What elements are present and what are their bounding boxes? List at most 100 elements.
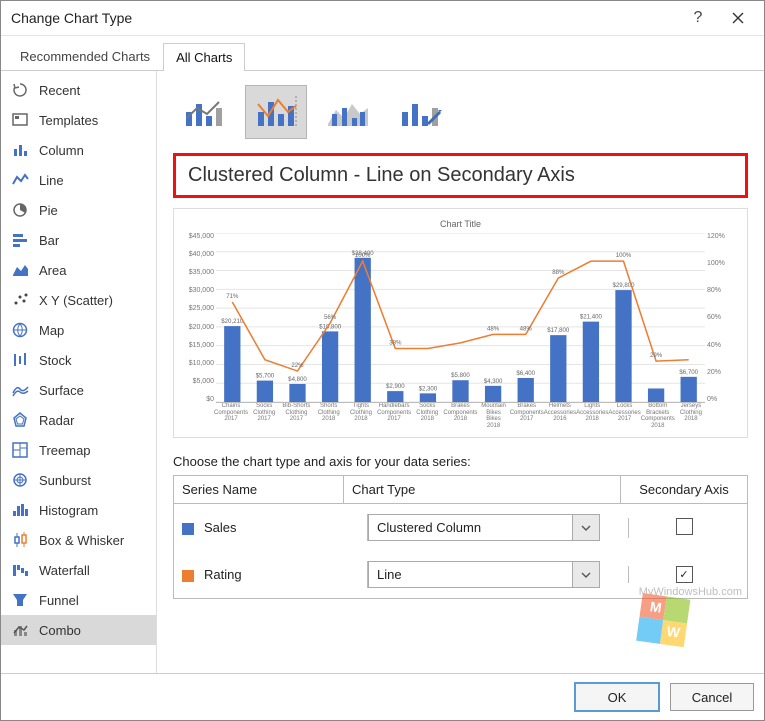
chart-type-select[interactable]: Clustered Column [368,514,600,541]
series-name: Sales [204,520,237,535]
close-button[interactable] [718,1,758,35]
sidebar-item-pie[interactable]: Pie [1,195,156,225]
subtype-stacked-area-column[interactable] [317,85,379,139]
sidebar-item-label: Waterfall [39,563,90,578]
histogram-icon [11,501,29,519]
surface-icon [11,381,29,399]
combo-icon-1 [182,94,226,130]
sidebar-item-sunburst[interactable]: Sunburst [1,465,156,495]
sidebar-item-column[interactable]: Column [1,135,156,165]
radar-icon [11,411,29,429]
combo-icon-2 [254,94,298,130]
sidebar-item-label: Treemap [39,443,91,458]
chart-preview[interactable]: Chart Title $45,000$40,000$35,000$30,000… [173,208,748,438]
stock-icon [11,351,29,369]
svg-text:100%: 100% [616,253,632,259]
series-name: Rating [204,567,242,582]
subtype-clustered-column-line-secondary[interactable] [245,85,307,139]
svg-text:48%: 48% [487,326,500,332]
sidebar-item-label: Surface [39,383,84,398]
sidebar-item-label: Map [39,323,64,338]
sidebar-item-bar[interactable]: Bar [1,225,156,255]
plot-area: $20,210$5,700$4,800$18,800$38,400$2,900$… [216,233,705,403]
sidebar-item-label: Radar [39,413,74,428]
sidebar-item-map[interactable]: Map [1,315,156,345]
combo-subtype-row [173,85,748,139]
chevron-down-icon [572,562,599,587]
map-icon [11,321,29,339]
series-row-rating: Rating Line ✓ [174,551,747,598]
svg-text:29%: 29% [650,353,663,359]
sidebar-item-stock[interactable]: Stock [1,345,156,375]
svg-text:$18,800: $18,800 [319,324,342,330]
sidebar-item-xy[interactable]: X Y (Scatter) [1,285,156,315]
sidebar-item-box[interactable]: Box & Whisker [1,525,156,555]
xy-icon [11,291,29,309]
series-table: Series Name Chart Type Secondary Axis Sa… [173,475,748,599]
sidebar-item-label: Templates [39,113,98,128]
sidebar-item-templates[interactable]: Templates [1,105,156,135]
titlebar: Change Chart Type ? [1,1,764,36]
svg-text:88%: 88% [552,270,565,276]
tab-all-charts[interactable]: All Charts [163,43,245,71]
sidebar-item-treemap[interactable]: Treemap [1,435,156,465]
box-icon [11,531,29,549]
combo-icon-4 [398,94,442,130]
tabstrip: Recommended Charts All Charts [1,36,764,71]
svg-text:$2,300: $2,300 [419,386,438,392]
subtype-clustered-column-line[interactable] [173,85,235,139]
sidebar-item-area[interactable]: Area [1,255,156,285]
treemap-icon [11,441,29,459]
chart-type-value: Line [369,562,572,587]
column-icon [11,141,29,159]
x-axis: ChainsComponents2017SocksClothing2017Bib… [214,403,707,429]
bar-icon [11,231,29,249]
series-header-name: Series Name [174,476,343,503]
sidebar-item-label: Pie [39,203,58,218]
sidebar-item-recent[interactable]: Recent [1,75,156,105]
svg-text:$21,400: $21,400 [580,315,603,321]
svg-text:100%: 100% [355,253,371,259]
sidebar-item-histogram[interactable]: Histogram [1,495,156,525]
sidebar-item-combo[interactable]: Combo [1,615,156,645]
secondary-axis-checkbox[interactable]: ✓ [676,566,693,583]
sidebar-item-waterfall[interactable]: Waterfall [1,555,156,585]
templates-icon [11,111,29,129]
sidebar-item-funnel[interactable]: Funnel [1,585,156,615]
sidebar-item-label: Histogram [39,503,98,518]
svg-text:$2,900: $2,900 [386,384,405,390]
waterfall-icon [11,561,29,579]
svg-text:$6,400: $6,400 [516,371,535,377]
sidebar-item-label: Combo [39,623,81,638]
sidebar-item-label: Funnel [39,593,79,608]
sidebar: Recent Templates Column Line Pie Bar Area X Y (… [1,71,157,673]
svg-text:71%: 71% [226,294,239,300]
sidebar-item-line[interactable]: Line [1,165,156,195]
chart-title: Chart Title [180,219,741,229]
sidebar-item-label: Stock [39,353,72,368]
line-icon [11,171,29,189]
sidebar-item-label: Line [39,173,64,188]
sidebar-item-label: Bar [39,233,59,248]
sidebar-item-label: Sunburst [39,473,91,488]
pie-icon [11,201,29,219]
svg-text:22%: 22% [291,363,304,369]
chart-type-select[interactable]: Line [368,561,600,588]
help-button[interactable]: ? [678,1,718,35]
sunburst-icon [11,471,29,489]
secondary-axis-checkbox[interactable] [676,518,693,535]
svg-text:$5,700: $5,700 [256,374,275,380]
svg-text:$5,800: $5,800 [451,373,470,379]
tab-recommended[interactable]: Recommended Charts [7,42,163,70]
ok-button[interactable]: OK [574,682,660,712]
sidebar-item-surface[interactable]: Surface [1,375,156,405]
sidebar-item-radar[interactable]: Radar [1,405,156,435]
dialog-footer: OK Cancel [1,673,764,720]
y-axis-left: $45,000$40,000$35,000$30,000$25,000$20,0… [180,233,216,403]
combo-icon-3 [326,94,370,130]
series-row-sales: Sales Clustered Column [174,504,747,551]
cancel-button[interactable]: Cancel [670,683,754,711]
sidebar-item-label: Area [39,263,66,278]
subtype-custom-combo[interactable] [389,85,451,139]
series-header-type: Chart Type [343,476,620,503]
